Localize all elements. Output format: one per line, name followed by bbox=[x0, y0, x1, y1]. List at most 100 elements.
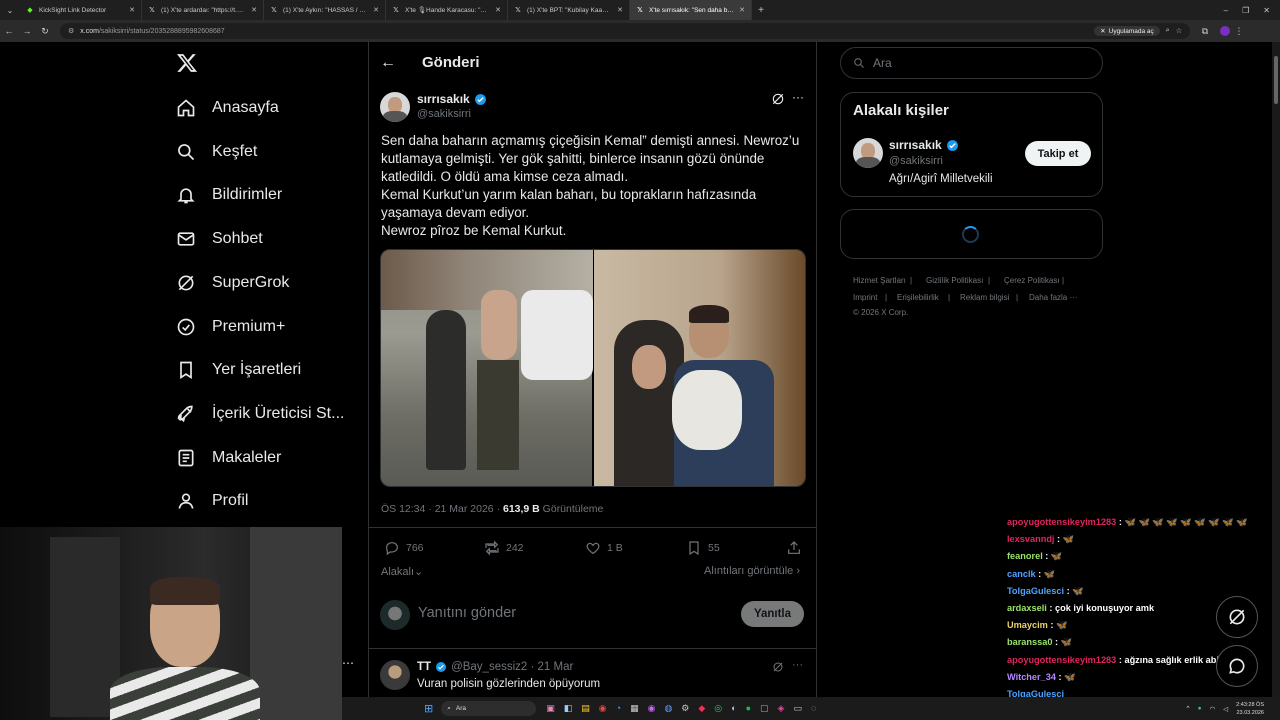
spotify-icon[interactable]: ● bbox=[746, 703, 751, 714]
windows-start-icon[interactable]: ⊞ bbox=[424, 702, 433, 715]
new-tab-button[interactable]: + bbox=[752, 5, 770, 16]
browser-tab[interactable]: 𝕏 X'te 🎙Hande Karacasu: "Vahşi... ✕ bbox=[386, 0, 508, 20]
reply-author-handle[interactable]: @Bay_sessiz2 · 21 Mar bbox=[451, 661, 573, 673]
taskbar-app-icon[interactable]: ◌ bbox=[811, 703, 816, 714]
clock-time[interactable]: 2:43:28 ÖS bbox=[1236, 701, 1264, 709]
site-info-icon[interactable]: ⚙ bbox=[68, 27, 74, 35]
footer-link[interactable]: Hizmet Şartları bbox=[853, 276, 906, 285]
taskbar-app-icon[interactable]: ◧ bbox=[564, 703, 573, 714]
open-in-app-button[interactable]: ✕ Uygulamada aç bbox=[1094, 26, 1160, 36]
sidebar-item-rocket[interactable]: İçerik Üreticisi St... bbox=[176, 404, 344, 424]
taskbar-app-icon[interactable]: ▭ bbox=[793, 703, 802, 714]
url-field[interactable]: ⚙ x.com/sakiksirri/status/20352888959826… bbox=[60, 23, 1190, 39]
reply-more-icon[interactable]: ··· bbox=[792, 659, 803, 671]
post-time[interactable]: ÖS 12:34 · 21 Mar 2026 · bbox=[381, 503, 503, 515]
more-options-icon[interactable]: ⋯ bbox=[342, 656, 354, 670]
close-tab-icon[interactable]: ✕ bbox=[495, 6, 501, 14]
footer-link[interactable]: Daha fazla ··· bbox=[1029, 293, 1077, 302]
close-tab-icon[interactable]: ✕ bbox=[251, 6, 257, 14]
close-tab-icon[interactable]: ✕ bbox=[373, 6, 379, 14]
footer-link[interactable]: Çerez Politikası bbox=[1004, 276, 1060, 285]
profile-avatar[interactable] bbox=[1220, 26, 1230, 36]
taskbar-app-icon[interactable]: ◔ bbox=[616, 703, 621, 714]
footer-link[interactable]: Gizlilik Politikası bbox=[926, 276, 983, 285]
browser-tab[interactable]: 𝕏 (1) X'te Aykırı: "HASSAS / Şoke... ✕ bbox=[264, 0, 386, 20]
taskbar-app-icon[interactable]: ◎ bbox=[714, 703, 722, 714]
chat-username[interactable]: Witcher_34 bbox=[1007, 672, 1056, 682]
sidebar-item-mail[interactable]: Sohbet bbox=[176, 229, 263, 249]
browser-tab[interactable]: 𝕏 (1) X'te BPT: "Kubilay Kaan Kurt... ✕ bbox=[508, 0, 630, 20]
post-more-icon[interactable]: ··· bbox=[792, 90, 804, 104]
photo-street-scene[interactable] bbox=[381, 250, 593, 486]
taskbar-app-icon[interactable]: ▣ bbox=[546, 703, 555, 714]
follow-button[interactable]: Takip et bbox=[1025, 141, 1091, 166]
restore-icon[interactable]: ❐ bbox=[1242, 6, 1249, 15]
back-button[interactable]: ← bbox=[380, 54, 396, 72]
browser-tab[interactable]: 𝕏 (1) X'te ardardaı: "https://t.co/... ✕ bbox=[142, 0, 264, 20]
taskbar-app-icon[interactable]: ◆ bbox=[698, 703, 705, 714]
sidebar-item-home[interactable]: Anasayfa bbox=[176, 98, 279, 118]
chat-username[interactable]: canclk bbox=[1007, 569, 1036, 579]
related-person-name[interactable]: sırrısakık bbox=[889, 138, 942, 152]
browser-menu-icon[interactable]: ⋮ bbox=[1230, 26, 1248, 37]
sidebar-item-bookmark[interactable]: Yer İşaretleri bbox=[176, 360, 301, 380]
author-name[interactable]: sırrısakık bbox=[417, 92, 470, 106]
sidebar-item-article[interactable]: Makaleler bbox=[176, 448, 281, 468]
clock-date[interactable]: 23.03.2026 bbox=[1236, 709, 1264, 717]
chrome-icon[interactable]: ◉ bbox=[599, 703, 607, 714]
taskbar-app-icon[interactable]: ▦ bbox=[630, 703, 639, 714]
back-arrow-icon[interactable]: ← bbox=[0, 26, 18, 36]
tab-menu-icon[interactable]: ⌄ bbox=[0, 6, 20, 15]
footer-link[interactable]: Reklam bilgisi bbox=[960, 293, 1009, 302]
extensions-icon[interactable]: ⧉ bbox=[1196, 26, 1214, 37]
chat-username[interactable]: Umaycim bbox=[1007, 620, 1048, 630]
tray-chevron-icon[interactable]: ^ bbox=[1187, 705, 1190, 712]
star-icon[interactable]: ☆ bbox=[1176, 27, 1182, 35]
chat-username[interactable]: lexsvanndj bbox=[1007, 534, 1055, 544]
zoom-icon[interactable]: ⌕ bbox=[1166, 27, 1170, 35]
author-avatar[interactable] bbox=[380, 92, 410, 122]
close-tab-icon[interactable]: ✕ bbox=[617, 6, 623, 14]
reply-author-name[interactable]: TT bbox=[417, 661, 431, 673]
forward-arrow-icon[interactable]: → bbox=[18, 26, 36, 36]
messages-float-button[interactable] bbox=[1216, 645, 1258, 687]
taskbar-app-icon[interactable]: ◈ bbox=[778, 703, 785, 714]
chat-username[interactable]: apoyugottensikeyim1283 bbox=[1007, 655, 1116, 665]
taskbar-search[interactable]: ⌕ Ara bbox=[441, 701, 537, 716]
post-media[interactable] bbox=[380, 249, 806, 487]
footer-link[interactable]: Imprint bbox=[853, 293, 877, 302]
sidebar-item-person[interactable]: Profil bbox=[176, 491, 248, 511]
close-tab-icon[interactable]: ✕ bbox=[739, 6, 745, 14]
bookmark-button[interactable]: 55 bbox=[686, 540, 720, 556]
related-person-handle[interactable]: @sakiksirri bbox=[889, 155, 943, 167]
view-quotes-link[interactable]: Alıntıları görüntüle › bbox=[704, 565, 800, 577]
close-window-icon[interactable]: ✕ bbox=[1263, 6, 1270, 15]
sidebar-item-verified-badge[interactable]: Premium+ bbox=[176, 317, 285, 337]
like-button[interactable]: 1 B bbox=[585, 540, 623, 556]
sidebar-item-grok[interactable]: SuperGrok bbox=[176, 273, 289, 293]
sidebar-item-bell[interactable]: Bildirimler bbox=[176, 185, 282, 205]
page-scrollbar[interactable] bbox=[1272, 42, 1280, 697]
photo-family-portrait[interactable] bbox=[594, 250, 805, 486]
sort-relevant-dropdown[interactable]: Alakalı⌄ bbox=[381, 565, 423, 578]
reload-icon[interactable]: ↻ bbox=[36, 26, 54, 37]
taskbar-app-icon[interactable]: ▤ bbox=[581, 703, 590, 714]
browser-tab[interactable]: 𝕏 X'te sırrısakık: "Sen daha bahar... ✕ bbox=[630, 0, 752, 20]
author-handle[interactable]: @sakiksirri bbox=[417, 108, 471, 120]
taskbar-app-icon[interactable]: ⚙ bbox=[681, 703, 689, 714]
reply-button[interactable]: 766 bbox=[384, 540, 424, 556]
x-logo-icon[interactable] bbox=[176, 52, 198, 74]
close-tab-icon[interactable]: ✕ bbox=[129, 6, 135, 14]
grok-icon[interactable] bbox=[771, 92, 785, 106]
taskbar-app-icon[interactable]: ◉ bbox=[648, 703, 656, 714]
reply-input[interactable]: Yanıtını gönder bbox=[418, 605, 516, 621]
browser-tab[interactable]: ◆ KickSight Link Detector ✕ bbox=[20, 0, 142, 20]
grok-icon[interactable] bbox=[772, 661, 784, 673]
reply-submit-button[interactable]: Yanıtla bbox=[741, 601, 804, 627]
tray-app-icon[interactable]: ● bbox=[1198, 705, 1202, 712]
chat-username[interactable]: baranssa0 bbox=[1007, 637, 1052, 647]
minimize-icon[interactable]: – bbox=[1224, 6, 1228, 15]
volume-icon[interactable]: ◁ bbox=[1223, 705, 1228, 713]
footer-link[interactable]: Erişilebilirlik bbox=[897, 293, 939, 302]
footer-link[interactable]: © 2026 X Corp. bbox=[853, 308, 908, 317]
